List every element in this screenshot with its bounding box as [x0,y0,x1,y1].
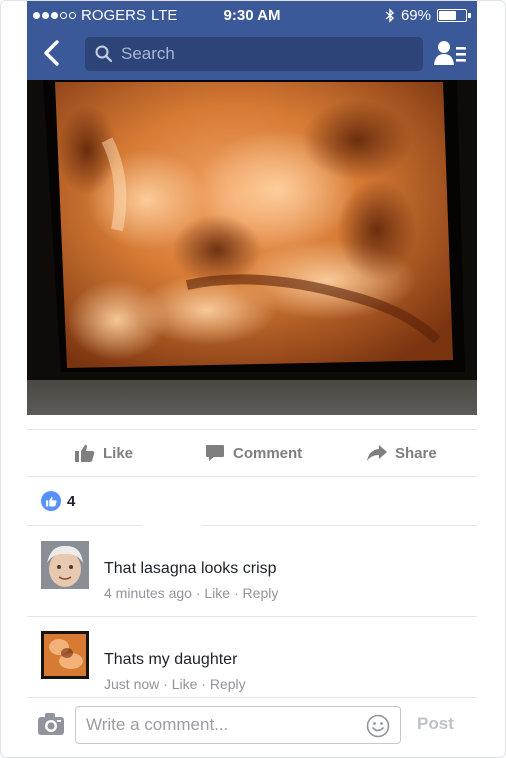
phone-screen: ROGERS LTE 9:30 AM 69% Search Like Comme… [27,1,477,757]
battery-percent: 69% [400,7,431,24]
comment-time: Just now [104,676,160,692]
comment-composer: Post [27,697,477,751]
search-icon [95,45,113,63]
search-input[interactable] [121,44,401,64]
divider [27,525,142,526]
friends-icon[interactable] [433,38,467,68]
battery-icon [437,9,471,22]
ultrasound-image [27,80,477,415]
share-button[interactable]: Share [367,430,437,476]
commenter-avatar[interactable] [41,631,89,679]
comment-reply-link[interactable]: Reply [243,585,279,601]
divider [27,616,477,617]
nav-bar [27,29,477,80]
reaction-count: 4 [67,492,76,510]
bluetooth-icon [385,8,394,23]
comment-time: 4 minutes ago [104,585,192,601]
like-reaction-icon [41,491,61,511]
like-label: Like [103,444,134,462]
comment-reply-link[interactable]: Reply [210,676,246,692]
commenter-avatar[interactable] [41,541,89,589]
comment-text: That lasagna looks crisp [104,560,277,577]
screenshot-frame: ROGERS LTE 9:30 AM 69% Search Like Comme… [0,0,506,758]
reaction-summary[interactable]: 4 [41,491,75,511]
camera-icon[interactable] [37,712,65,736]
comment-label: Comment [233,444,303,462]
comment-text: Thats my daughter [104,651,238,668]
share-label: Share [395,444,437,462]
back-chevron-icon[interactable] [37,37,69,69]
post-button[interactable]: Post [417,714,454,734]
status-bar: ROGERS LTE 9:30 AM 69% [27,1,477,29]
share-arrow-icon [367,445,387,461]
comment-meta: Just now · Like · Reply [104,676,246,692]
post-actions: Like Comment Share [27,429,477,477]
post-photo[interactable] [27,80,477,415]
comment-meta: 4 minutes ago · Like · Reply [104,585,279,601]
comment-input[interactable] [86,715,356,735]
like-button[interactable]: Like [75,430,133,476]
divider [202,525,477,526]
top-bar: ROGERS LTE 9:30 AM 69% [27,1,477,80]
comment-button[interactable]: Comment [205,430,302,476]
comment-bubble-icon [206,445,224,461]
comment-like-link[interactable]: Like [172,676,198,692]
comment-like-link[interactable]: Like [204,585,230,601]
comment-input-box[interactable] [75,706,401,744]
search-bar[interactable] [85,37,423,71]
thumbs-up-icon [75,444,95,462]
status-right: 69% [385,7,471,24]
emoji-icon[interactable] [366,714,390,738]
